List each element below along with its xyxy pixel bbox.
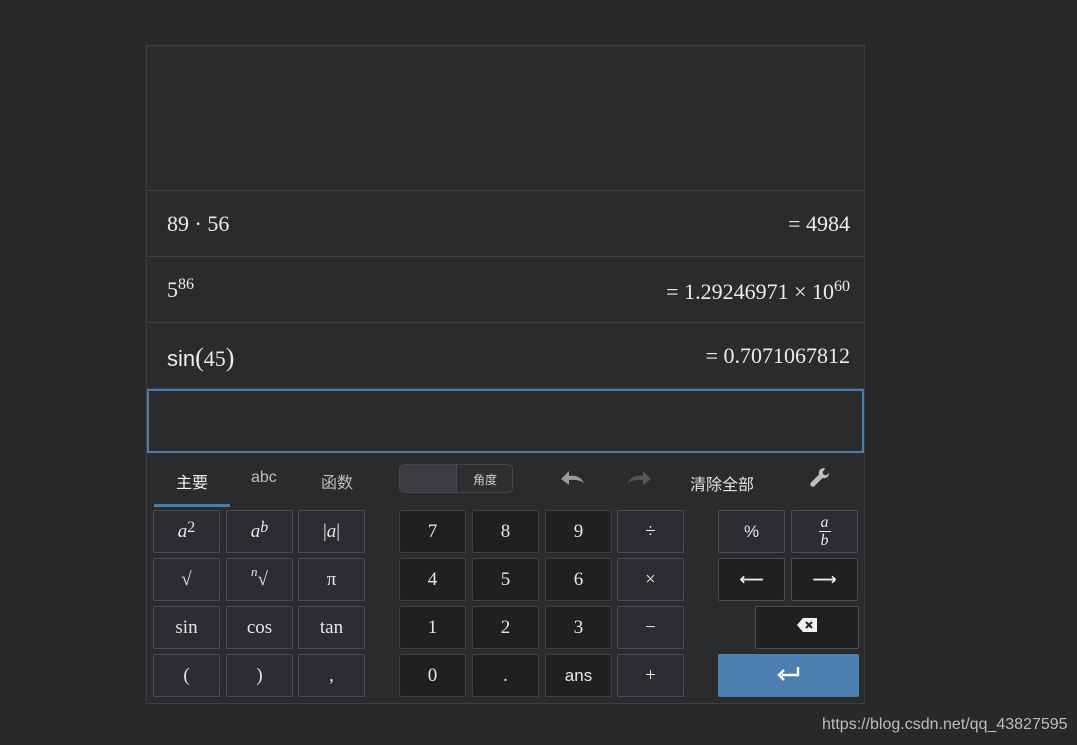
key-var: a [326,520,337,542]
key-percent[interactable]: % [718,510,785,553]
key-square-root[interactable]: √ [153,558,220,601]
expression-input[interactable] [147,389,864,453]
expr-base: 5 [167,277,178,302]
key-left-paren[interactable]: ( [153,654,220,697]
key-9[interactable]: 9 [545,510,612,553]
sqrt-icon: √ [181,568,192,590]
angle-mode-label: 角度 [472,473,497,487]
undo-icon[interactable] [557,465,587,496]
tab-abc[interactable]: abc [251,469,277,487]
fraction-icon: ab [818,514,831,549]
key-var: a [250,520,261,542]
active-tab-indicator [154,504,230,507]
key-backspace[interactable] [755,606,859,649]
key-2[interactable]: 2 [472,606,539,649]
key-0[interactable]: 0 [399,654,466,697]
backspace-icon [796,617,818,639]
angle-mode-toggle[interactable]: 角度 [399,464,513,493]
result-exponent: 60 [834,278,850,295]
key-subtract[interactable]: − [617,606,684,649]
history-row[interactable]: 586 = 1.29246971 × 1060 [147,257,864,323]
key-pi[interactable]: π [298,558,365,601]
result-mantissa: = 1.29246971 × 10 [666,279,834,304]
key-4[interactable]: 4 [399,558,466,601]
key-7[interactable]: 7 [399,510,466,553]
key-comma[interactable]: , [298,654,365,697]
enter-icon [776,665,802,687]
key-fraction[interactable]: ab [791,510,858,553]
nth-root-icon: √ [257,568,268,590]
expr-exponent: 86 [178,276,194,293]
key-exponent: b [260,518,269,536]
key-tan[interactable]: tan [298,606,365,649]
history-result: = 0.7071067812 [705,343,850,368]
key-decimal[interactable]: . [472,654,539,697]
tab-main[interactable]: 主要 [176,469,208,493]
history-expression: 586 [167,276,194,303]
history-result: = 4984 [788,211,850,236]
key-cos[interactable]: cos [226,606,293,649]
expr-open-paren: ( [195,343,204,372]
key-enter[interactable] [718,654,859,697]
key-divide[interactable]: ÷ [617,510,684,553]
key-nth-root[interactable]: n √ [226,558,293,601]
key-bar: | [336,520,341,542]
key-a-power-b[interactable]: ab [226,510,293,553]
key-8[interactable]: 8 [472,510,539,553]
key-exponent: 2 [187,518,196,536]
fraction-denominator: b [820,532,829,549]
root-index: n [251,563,258,579]
history-row[interactable]: sin(45) = 0.7071067812 [147,323,864,389]
expr-argument: 45 [203,346,226,371]
calculator-panel: 89 · 56 = 4984 586 = 1.29246971 × 1060 s… [146,45,865,704]
fraction-numerator: a [820,514,829,531]
wrench-icon[interactable] [807,465,833,496]
watermark-url: https://blog.csdn.net/qq_43827595 [822,716,1068,733]
history-empty-area [147,46,864,191]
key-right-paren[interactable]: ) [226,654,293,697]
history-expression: 89 · 56 [167,211,230,236]
clear-all-button[interactable]: 清除全部 [690,471,754,495]
history-result: = 1.29246971 × 1060 [666,278,850,305]
expr-function: sin [167,346,196,371]
tab-functions[interactable]: 函数 [321,469,353,493]
key-absolute-value[interactable]: | a | [298,510,365,553]
key-multiply[interactable]: × [617,558,684,601]
keypad-toolbar: 主要 abc 函数 角度 清除全部 [147,453,864,509]
key-ans[interactable]: ans [545,654,612,697]
key-a-squared[interactable]: a2 [153,510,220,553]
toggle-knob [400,465,457,492]
key-cursor-right[interactable]: ⟶ [791,558,858,601]
history-row[interactable]: 89 · 56 = 4984 [147,191,864,257]
key-3[interactable]: 3 [545,606,612,649]
key-1[interactable]: 1 [399,606,466,649]
key-add[interactable]: + [617,654,684,697]
history-expression: sin(45) [167,343,234,373]
left-arrow-icon: ⟵ [739,569,764,590]
redo-icon[interactable] [625,465,655,496]
key-var: a [177,520,188,542]
right-arrow-icon: ⟶ [812,569,837,590]
key-6[interactable]: 6 [545,558,612,601]
key-5[interactable]: 5 [472,558,539,601]
key-sin[interactable]: sin [153,606,220,649]
expr-close-paren: ) [225,343,235,372]
key-cursor-left[interactable]: ⟵ [718,558,785,601]
